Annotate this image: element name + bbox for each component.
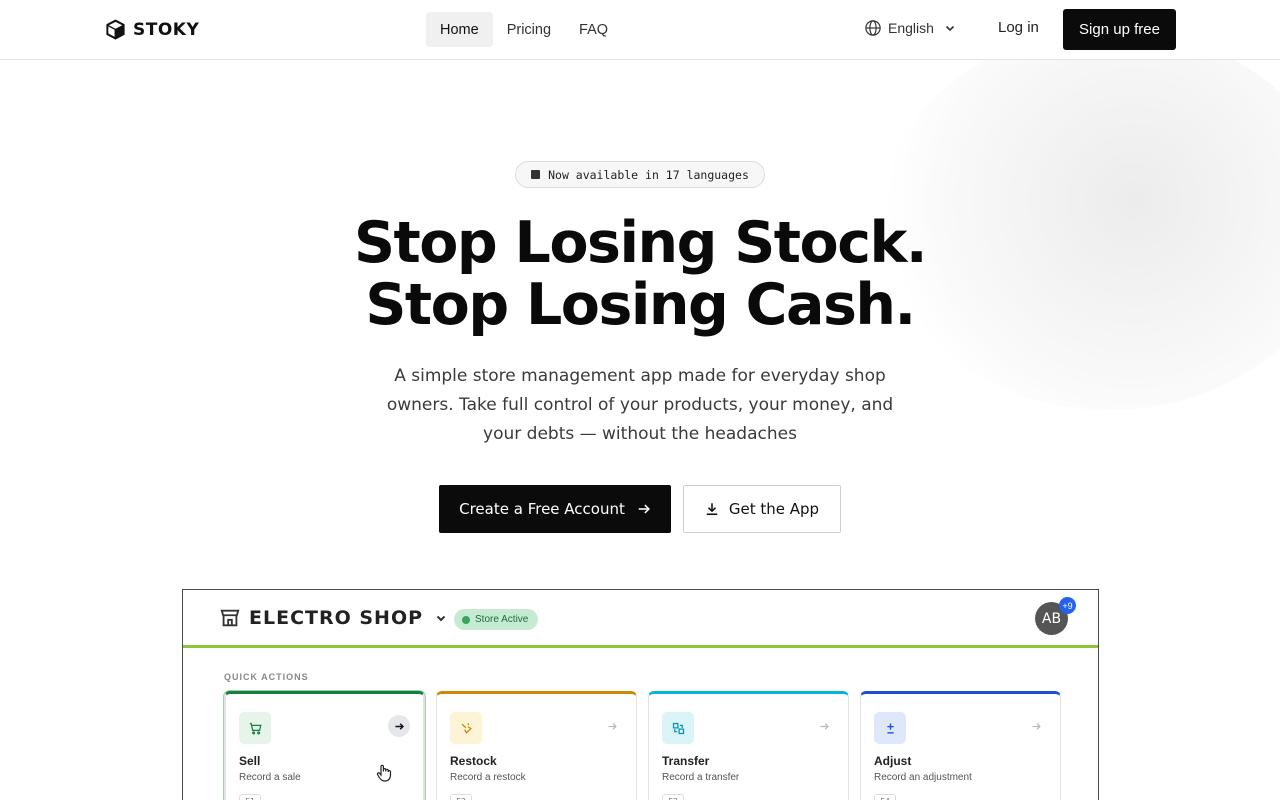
avatar-count-badge: +9 bbox=[1059, 597, 1076, 614]
action-description: Record a restock bbox=[450, 772, 526, 783]
action-card-transfer[interactable]: Transfer Record a transfer F3 bbox=[648, 691, 849, 800]
status-text: Store Active bbox=[475, 614, 529, 625]
create-account-label: Create a Free Account bbox=[459, 500, 625, 518]
action-description: Record a transfer bbox=[662, 772, 740, 783]
shortcut-key: F1 bbox=[239, 794, 261, 800]
app-preview-screenshot: ELECTRO SHOP Store Active AB +9 QUICK AC… bbox=[182, 589, 1099, 800]
brand-name: STOKY bbox=[133, 19, 200, 40]
shop-switcher[interactable]: ELECTRO SHOP bbox=[219, 607, 447, 629]
action-description: Record a sale bbox=[239, 772, 301, 783]
nav-link-home[interactable]: Home bbox=[426, 12, 493, 47]
action-title: Transfer bbox=[662, 754, 710, 768]
hero-subtitle: A simple store management app made for e… bbox=[386, 366, 894, 444]
action-title: Restock bbox=[450, 754, 497, 768]
badge-text: Now available in 17 languages bbox=[548, 167, 749, 182]
create-account-button[interactable]: Create a Free Account bbox=[439, 485, 671, 533]
store-icon bbox=[220, 609, 240, 627]
shortcut-key: F4 bbox=[874, 794, 896, 800]
transfer-icon bbox=[662, 712, 694, 744]
status-dot-icon bbox=[462, 615, 470, 624]
main-nav: Home Pricing FAQ bbox=[426, 12, 622, 47]
login-link[interactable]: Log in bbox=[998, 19, 1039, 36]
globe-icon bbox=[865, 20, 881, 36]
arrow-right-icon bbox=[813, 715, 835, 737]
get-app-button[interactable]: Get the App bbox=[683, 485, 841, 533]
cart-icon bbox=[239, 712, 271, 744]
get-app-label: Get the App bbox=[728, 500, 820, 518]
arrow-right-icon bbox=[638, 504, 650, 514]
nav-link-faq[interactable]: FAQ bbox=[565, 12, 622, 47]
adjust-icon bbox=[874, 712, 906, 744]
headline-line-1: Stop Losing Stock. bbox=[353, 210, 928, 276]
quick-actions-label: QUICK ACTIONS bbox=[224, 672, 309, 682]
shortcut-key: F3 bbox=[662, 794, 684, 800]
chevron-down-icon bbox=[945, 25, 954, 32]
headline-line-2: Stop Losing Cash. bbox=[365, 272, 916, 338]
cube-logo-icon bbox=[106, 19, 125, 40]
background-glow bbox=[880, 30, 1280, 410]
languages-badge: Now available in 17 languages bbox=[515, 161, 765, 188]
shortcut-key: F2 bbox=[450, 794, 472, 800]
download-icon bbox=[706, 503, 718, 516]
language-selector[interactable]: English bbox=[864, 19, 956, 37]
chevron-down-icon bbox=[436, 615, 446, 622]
shop-name: ELECTRO SHOP bbox=[249, 607, 424, 629]
language-label: English bbox=[888, 20, 934, 36]
action-title: Adjust bbox=[874, 754, 912, 768]
top-navbar: STOKY Home Pricing FAQ English Log in Si… bbox=[0, 0, 1280, 60]
restock-icon bbox=[450, 712, 482, 744]
action-card-restock[interactable]: Restock Record a restock F2 bbox=[436, 691, 637, 800]
store-status-badge: Store Active bbox=[454, 609, 539, 630]
signup-button[interactable]: Sign up free bbox=[1063, 9, 1176, 50]
nav-link-pricing[interactable]: Pricing bbox=[493, 12, 565, 47]
action-description: Record an adjustment bbox=[874, 772, 972, 783]
arrow-right-icon bbox=[388, 715, 410, 737]
action-card-sell[interactable]: Sell Record a sale F1 bbox=[224, 691, 425, 800]
square-bullet-icon bbox=[531, 170, 541, 179]
action-title: Sell bbox=[239, 754, 261, 768]
action-card-adjust[interactable]: Adjust Record an adjustment F4 bbox=[860, 691, 1061, 800]
arrow-right-icon bbox=[601, 715, 623, 737]
hand-cursor-icon bbox=[376, 764, 392, 782]
hero-headline: Stop Losing Stock. Stop Losing Cash. bbox=[340, 212, 940, 336]
preview-header: ELECTRO SHOP Store Active AB +9 bbox=[183, 590, 1098, 648]
brand-logo[interactable]: STOKY bbox=[104, 18, 199, 41]
arrow-right-icon bbox=[1025, 715, 1047, 737]
